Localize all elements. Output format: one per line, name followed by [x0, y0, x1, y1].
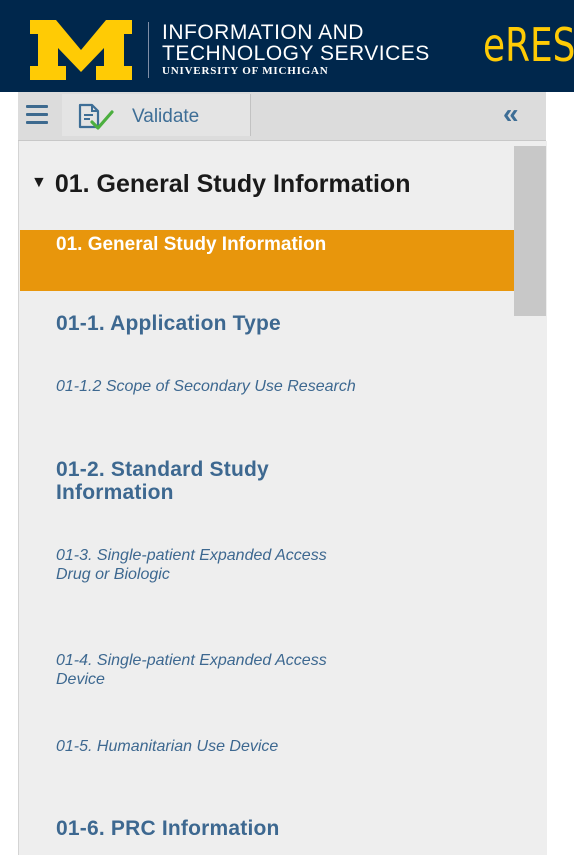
- nav-item-expanded-access-device[interactable]: 01-4. Single-patient Expanded Access Dev…: [56, 651, 356, 689]
- validate-label: Validate: [132, 106, 200, 127]
- nav-item-standard-study-info[interactable]: 01-2. Standard Study Information: [56, 458, 356, 505]
- nav-item-expanded-access-drug[interactable]: 01-3. Single-patient Expanded Access Dru…: [56, 546, 356, 584]
- its-line-2: TECHNOLOGY SERVICES: [162, 42, 430, 65]
- nav-item-humanitarian-use-device[interactable]: 01-5. Humanitarian Use Device: [56, 737, 356, 756]
- toolbar: Validate «: [18, 92, 546, 141]
- nav-item-application-type[interactable]: 01-1. Application Type: [56, 312, 356, 336]
- section-header[interactable]: ▼ 01. General Study Information: [31, 170, 410, 199]
- section-title: 01. General Study Information: [54, 170, 411, 198]
- its-line-3: UNIVERSITY OF MICHIGAN: [162, 65, 329, 77]
- nav-item-active-label: 01. General Study Information: [56, 234, 327, 255]
- nav-item-prc-information[interactable]: 01-6. PRC Information: [56, 817, 356, 841]
- nav-item-active[interactable]: 01. General Study Information: [20, 230, 515, 291]
- navigation-panel: ▼ 01. General Study Information 01. Gener…: [18, 141, 547, 855]
- scrollbar-thumb[interactable]: [514, 146, 546, 316]
- its-line-1: INFORMATION AND: [162, 21, 364, 44]
- block-m-logo: [30, 20, 132, 80]
- caret-down-icon: ▼: [31, 174, 47, 192]
- document-check-icon: [78, 103, 114, 130]
- collapse-panel-icon[interactable]: «: [503, 100, 519, 128]
- its-wordmark: INFORMATION AND TECHNOLOGY SERVICES UNIV…: [162, 22, 430, 77]
- header-divider: [148, 22, 149, 78]
- validate-button[interactable]: Validate: [62, 94, 251, 136]
- app-header: INFORMATION AND TECHNOLOGY SERVICES UNIV…: [0, 0, 574, 92]
- product-name: eRES: [483, 18, 574, 72]
- nav-item-scope-secondary-use[interactable]: 01-1.2 Scope of Secondary Use Research: [56, 377, 356, 396]
- hamburger-icon[interactable]: [26, 105, 48, 125]
